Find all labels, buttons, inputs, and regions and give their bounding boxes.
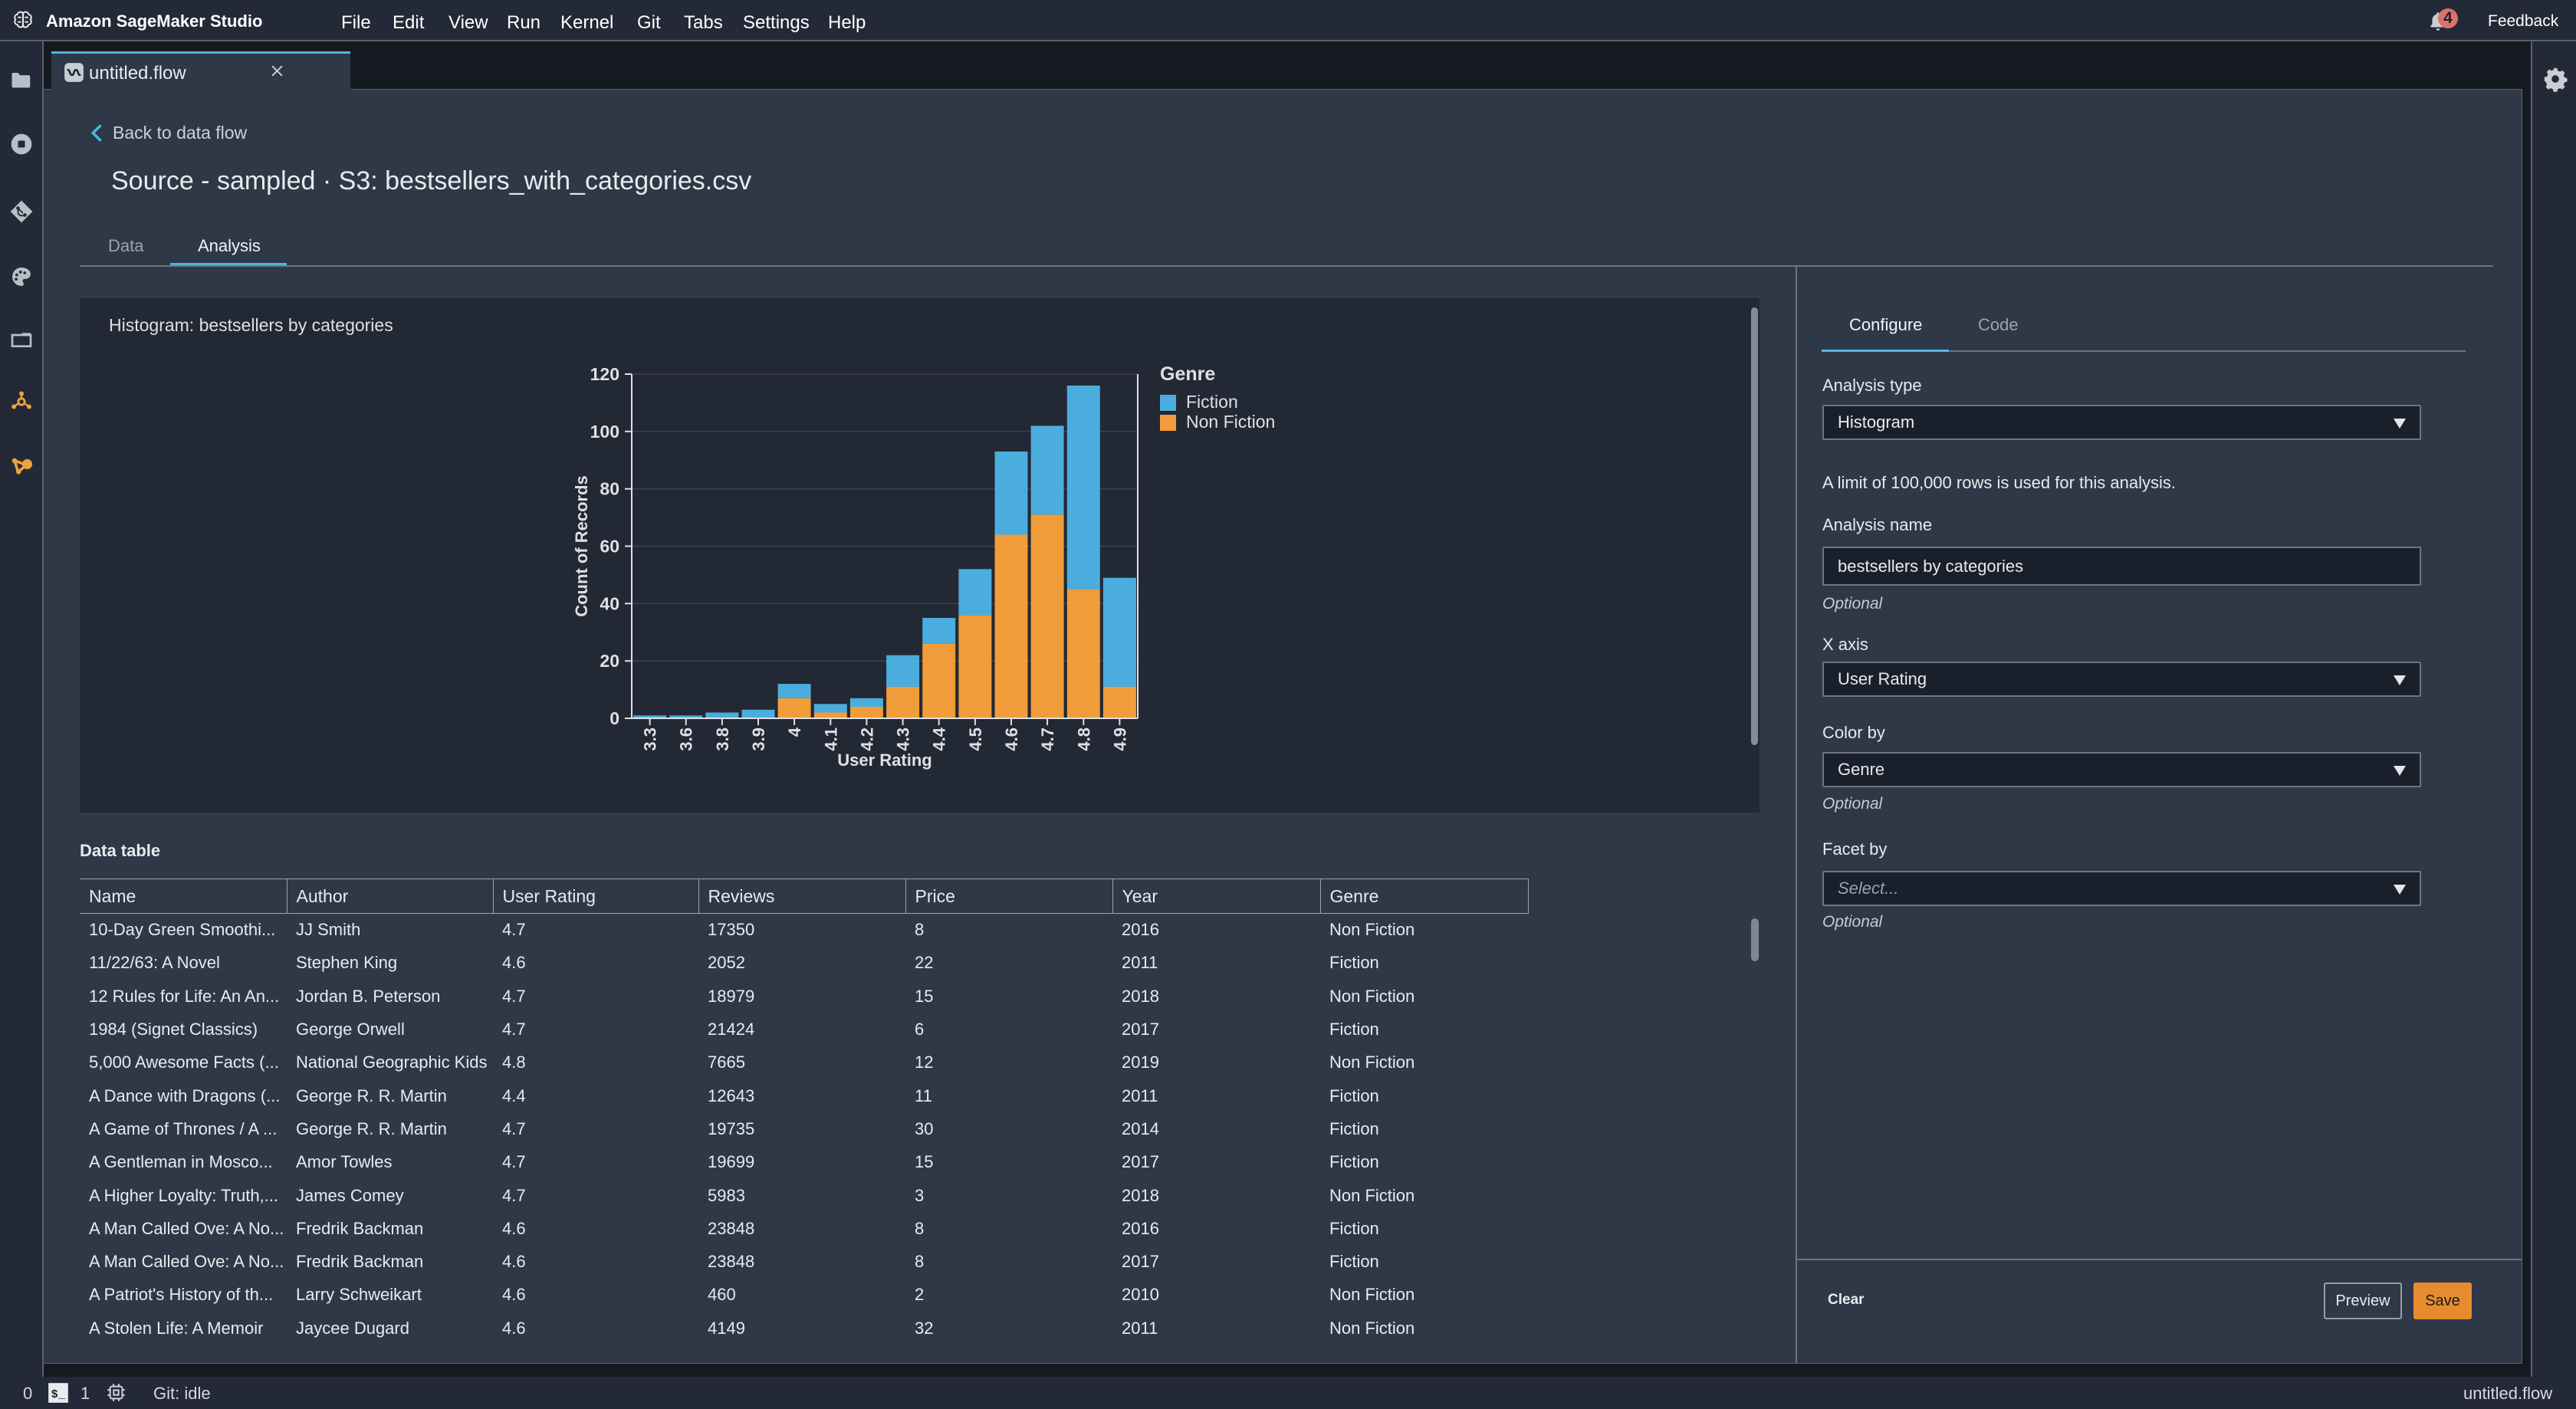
svg-text:Non Fiction: Non Fiction	[1186, 412, 1275, 432]
svg-text:Fiction: Fiction	[1186, 392, 1238, 412]
svg-text:4.5: 4.5	[966, 727, 985, 751]
svg-text:4.7: 4.7	[1038, 727, 1057, 751]
svg-text:3.3: 3.3	[641, 727, 660, 751]
svg-text:4.8: 4.8	[1074, 727, 1093, 751]
svg-text:40: 40	[600, 593, 619, 613]
svg-text:100: 100	[590, 422, 619, 442]
svg-text:3.9: 3.9	[749, 727, 768, 751]
svg-text:4.2: 4.2	[857, 727, 876, 751]
svg-text:4: 4	[785, 727, 804, 737]
svg-text:4.4: 4.4	[930, 727, 949, 750]
svg-text:60: 60	[600, 537, 619, 557]
svg-text:$_: $_	[51, 1388, 66, 1401]
svg-text:4.6: 4.6	[1002, 727, 1021, 751]
svg-text:Count of Records: Count of Records	[572, 475, 591, 617]
svg-text:User Rating: User Rating	[837, 750, 932, 770]
svg-text:Genre: Genre	[1160, 363, 1215, 385]
svg-text:4.1: 4.1	[821, 727, 840, 751]
svg-text:3.8: 3.8	[713, 727, 732, 751]
svg-text:0: 0	[610, 708, 619, 728]
svg-text:4.9: 4.9	[1110, 727, 1129, 751]
svg-text:120: 120	[590, 364, 619, 384]
svg-text:80: 80	[600, 479, 619, 499]
svg-text:20: 20	[600, 651, 619, 671]
svg-text:3.6: 3.6	[677, 727, 696, 751]
svg-text:4.3: 4.3	[894, 727, 913, 751]
